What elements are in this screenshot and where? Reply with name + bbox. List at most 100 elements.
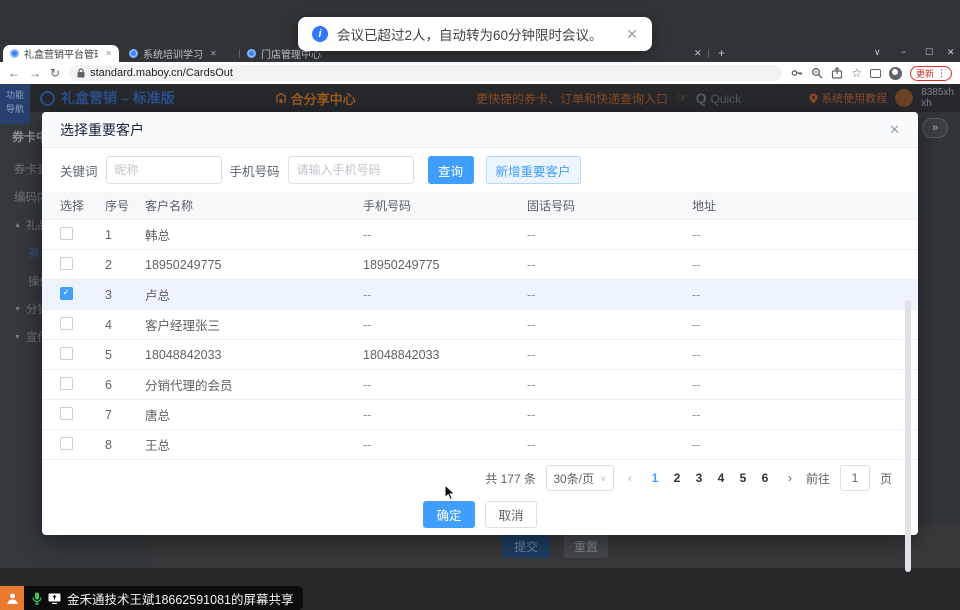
row-checkbox[interactable] <box>60 407 73 420</box>
quick-search[interactable]: Q Quick <box>696 90 742 106</box>
table-row[interactable]: 1韩总------ <box>42 220 918 250</box>
update-label: 更新 <box>916 67 934 80</box>
tab-title: 礼盒营销平台管理中心 <box>24 46 98 61</box>
chrome-menu-icon[interactable]: ⋮ <box>937 68 946 79</box>
browser-tab-2[interactable]: 系统培训学习 ✕ <box>122 45 237 62</box>
table-header-row: 选择序号客户名称手机号码固话号码地址 <box>42 192 918 220</box>
profile-avatar[interactable] <box>889 67 902 80</box>
table-cell: -- <box>527 288 692 302</box>
page-number[interactable]: 3 <box>690 471 708 485</box>
page-number[interactable]: 2 <box>668 471 686 485</box>
table-row[interactable]: 8王总------ <box>42 430 918 460</box>
user-avatar[interactable] <box>895 89 913 107</box>
row-checkbox[interactable] <box>60 347 73 360</box>
tab-close-icon[interactable]: ✕ <box>694 48 702 59</box>
key-icon[interactable] <box>791 67 803 79</box>
screen-share-bar: 金禾通技术王斌18662591081的屏幕共享 <box>0 586 303 610</box>
panel-expand-toggle[interactable]: » <box>922 118 948 138</box>
forward-icon[interactable]: → <box>29 67 41 79</box>
quick-label: Quick <box>711 92 742 106</box>
table-row[interactable]: 21895024977518950249775---- <box>42 250 918 280</box>
table-row[interactable]: 6分销代理的会员------ <box>42 370 918 400</box>
table-cell: 1 <box>105 228 145 242</box>
table-row[interactable]: 7唐总------ <box>42 400 918 430</box>
add-customer-button[interactable]: 新增重要客户 <box>486 156 581 184</box>
meeting-app-icon[interactable] <box>0 586 24 610</box>
page-number[interactable]: 4 <box>712 471 730 485</box>
update-button[interactable]: 更新 ⋮ <box>910 66 952 81</box>
window-close-icon[interactable]: ✕ <box>947 47 955 58</box>
tutorial-link[interactable]: 系统使用教程 <box>809 90 887 106</box>
table-cell: -- <box>692 408 918 422</box>
goto-suffix: 页 <box>880 470 892 487</box>
table-cell: -- <box>692 228 918 242</box>
sidebar-nav-toggle[interactable]: 功能 导航 <box>0 84 30 124</box>
share-text: 金禾通技术王斌18662591081的屏幕共享 <box>67 589 293 608</box>
table-row[interactable]: 4客户经理张三------ <box>42 310 918 340</box>
modal-header: 选择重要客户 ✕ <box>42 112 918 148</box>
table-cell: -- <box>363 318 527 332</box>
tab-close-icon[interactable]: ✕ <box>210 49 217 58</box>
zoom-icon[interactable] <box>811 67 823 79</box>
table-row[interactable]: 3卢总------ <box>42 280 918 310</box>
page-number[interactable]: 1 <box>646 471 664 485</box>
search-q-icon: Q <box>696 90 707 106</box>
share-pill: 金禾通技术王斌18662591081的屏幕共享 <box>24 586 303 610</box>
pagination: 共 177 条 30条/页 ∨ ‹ 123456 › 前往 页 <box>42 463 918 493</box>
reset-button[interactable]: 重置 <box>564 534 608 558</box>
row-checkbox[interactable] <box>60 287 73 300</box>
table-cell: 7 <box>105 408 145 422</box>
modal-footer: 确定 取消 <box>42 501 918 535</box>
column-header: 固话号码 <box>527 197 692 214</box>
goto-page-input[interactable] <box>840 465 870 491</box>
query-button[interactable]: 查询 <box>428 156 474 184</box>
bookmark-star-icon[interactable]: ☆ <box>851 67 862 79</box>
tab-close-icon[interactable]: ✕ <box>105 49 112 58</box>
page-number[interactable]: 5 <box>734 471 752 485</box>
side-panel-icon[interactable] <box>870 69 881 78</box>
submit-button[interactable]: 提交 <box>502 534 550 558</box>
table-cell: -- <box>363 438 527 452</box>
page-number[interactable]: 6 <box>756 471 774 485</box>
prev-page-icon[interactable]: ‹ <box>624 471 636 485</box>
phone-input[interactable] <box>288 156 414 184</box>
url-field[interactable]: standard.maboy.cn/CardsOut <box>69 65 782 81</box>
minimize-icon[interactable]: − <box>901 47 906 57</box>
table-cell: -- <box>527 378 692 392</box>
table-cell: 分销代理的会员 <box>145 375 363 394</box>
row-checkbox[interactable] <box>60 437 73 450</box>
keyword-input[interactable] <box>106 156 222 184</box>
toast-close-icon[interactable]: ✕ <box>626 26 638 43</box>
row-checkbox[interactable] <box>60 257 73 270</box>
table-cell: -- <box>363 228 527 242</box>
table-cell: 韩总 <box>145 225 363 244</box>
new-tab-button[interactable]: + <box>718 46 725 60</box>
tab-divider <box>708 49 709 58</box>
browser-address-bar: ← → ↻ standard.maboy.cn/CardsOut ☆ 更新 ⋮ <box>0 62 960 84</box>
building-icon <box>275 92 287 104</box>
row-checkbox[interactable] <box>60 377 73 390</box>
reload-icon[interactable]: ↻ <box>50 67 60 79</box>
table-cell: 18950249775 <box>145 258 363 272</box>
table-cell: -- <box>527 258 692 272</box>
tab-title: 系统培训学习 <box>143 46 203 61</box>
row-checkbox[interactable] <box>60 317 73 330</box>
table-body: 1韩总------21895024977518950249775----3卢总-… <box>42 220 918 460</box>
share-icon[interactable] <box>831 67 843 79</box>
keyword-label: 关键词 <box>60 161 98 180</box>
next-page-icon[interactable]: › <box>784 471 796 485</box>
modal-close-icon[interactable]: ✕ <box>889 122 900 138</box>
back-icon[interactable]: ← <box>8 67 20 79</box>
page-size-select[interactable]: 30条/页 ∨ <box>546 465 614 491</box>
column-header: 客户名称 <box>145 197 363 214</box>
tab-menu-icon[interactable]: ∨ <box>874 47 881 58</box>
table-cell: -- <box>527 318 692 332</box>
row-checkbox[interactable] <box>60 227 73 240</box>
browser-tab-1[interactable]: 礼盒营销平台管理中心 ✕ <box>3 45 119 62</box>
share-center-link[interactable]: 合分享中心 <box>275 89 356 108</box>
table-row[interactable]: 51804884203318048842033---- <box>42 340 918 370</box>
maximize-icon[interactable]: ☐ <box>925 47 933 58</box>
cancel-button[interactable]: 取消 <box>485 501 537 528</box>
goto-label: 前往 <box>806 470 830 487</box>
table-cell: 18048842033 <box>145 348 363 362</box>
